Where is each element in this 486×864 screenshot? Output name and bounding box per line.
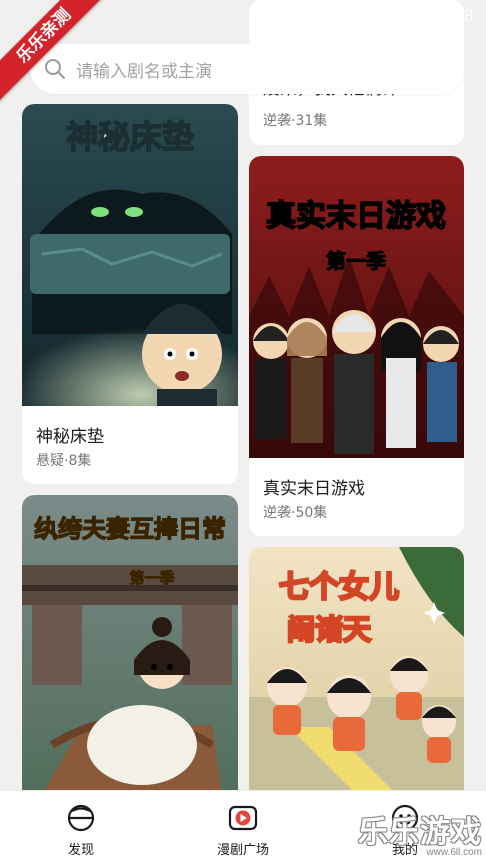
cover-image: 纨绔夫妻互捧日常 第一季 (22, 495, 238, 790)
watermark-text: 乐乐游戏 (358, 815, 482, 850)
card-meta-partial: 逆袭·31集 (263, 113, 328, 129)
cover-title-text: 真实末日游戏 (266, 199, 446, 234)
tab-label: 漫剧广场 (216, 843, 269, 858)
cover-subtitle-text: 第一季 (129, 569, 174, 587)
discover-icon (67, 804, 95, 832)
cover-title-text: 神秘床垫 (66, 118, 194, 156)
drama-card-mysterious-mattress[interactable]: 神秘床垫 神秘床垫 悬疑·8集 (22, 104, 238, 484)
drama-card-spoiled-couple[interactable]: 纨绔夫妻互捧日常 第一季 (22, 495, 238, 790)
cover-subtitle-text: 第一季 (326, 249, 386, 273)
cover-image: 神秘床垫 (22, 104, 238, 406)
cover-image: 真实末日游戏 第一季 (249, 156, 464, 458)
cover-title-text: 纨绔夫妻互捧日常 (34, 515, 226, 543)
status-time: 5:48 (438, 6, 474, 25)
wifi-icon (357, 8, 378, 24)
cover-title-text-2: 闹诸天 (287, 613, 371, 646)
site-watermark: 乐乐游戏 www.6ll.com (358, 807, 482, 858)
drama-card-seven-daughters[interactable]: 七个女儿 闹诸天 (249, 547, 464, 790)
play-icon (228, 805, 258, 831)
card-meta: 悬疑·8集 (36, 453, 92, 469)
tab-discover[interactable]: 发现 (0, 791, 162, 864)
battery-icon (417, 6, 428, 25)
cover-title-text: 七个女儿 (279, 570, 399, 605)
tab-comic-drama-plaza[interactable]: 漫剧广场 (162, 791, 324, 864)
drama-card-doomsday-game[interactable]: 真实末日游戏 第一季 真实末日游戏 逆袭·50集 (249, 156, 464, 536)
card-meta: 逆袭·50集 (263, 505, 328, 521)
card-title: 真实末日游戏 (263, 479, 365, 499)
corner-ribbon: 乐乐亲测 (0, 0, 120, 120)
card-title: 神秘床垫 (36, 427, 104, 447)
ribbon-label: 乐乐亲测 (0, 0, 111, 103)
cover-image: 七个女儿 闹诸天 (249, 547, 464, 790)
signal-icon (388, 7, 407, 25)
tab-label: 发现 (67, 843, 94, 858)
